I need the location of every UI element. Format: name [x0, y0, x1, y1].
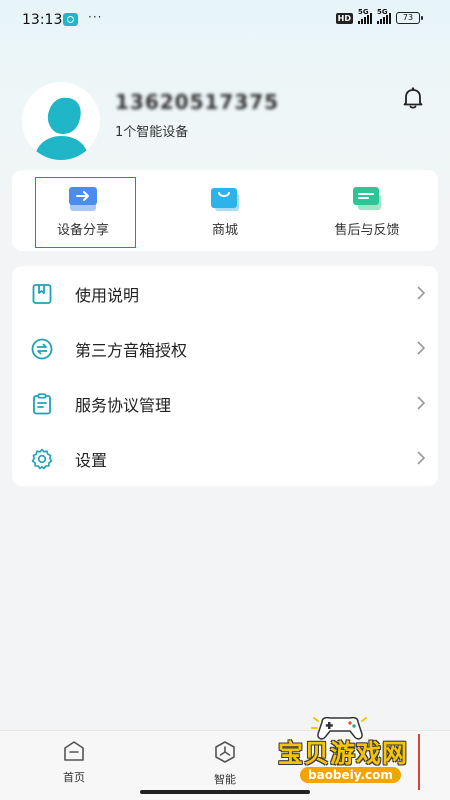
gear-icon — [31, 448, 53, 469]
mall-button[interactable]: 商城 — [154, 170, 296, 251]
user-avatar-icon — [34, 97, 89, 160]
notification-button[interactable] — [400, 85, 426, 111]
quick-label-feedback: 售后与反馈 — [334, 223, 400, 238]
after-sales-feedback-button[interactable]: 售后与反馈 — [296, 170, 438, 251]
chevron-right-icon — [417, 396, 426, 410]
device-share-icon — [69, 187, 97, 211]
watermark-logo: 宝贝游戏网 baobeiy.com — [270, 712, 420, 792]
highlight-line — [418, 734, 420, 790]
menu-label: 设置 — [75, 450, 108, 470]
watermark-url: baobeiy.com — [300, 767, 401, 783]
chevron-right-icon — [417, 341, 426, 355]
menu-label: 服务协议管理 — [75, 395, 172, 415]
avatar[interactable] — [22, 82, 100, 160]
nav-home[interactable]: 首页 — [44, 739, 104, 785]
transfer-icon — [31, 338, 53, 359]
quick-label-share: 设备分享 — [56, 223, 109, 238]
menu-item-user-guide[interactable]: 使用说明 — [12, 266, 438, 321]
signal-icon: 5G — [358, 8, 372, 24]
battery-icon: 73 — [396, 12, 423, 24]
menu-label: 使用说明 — [75, 285, 140, 305]
bell-icon — [403, 87, 423, 109]
chevron-right-icon — [417, 451, 426, 465]
hd-badge: HD — [335, 12, 353, 24]
home-icon — [64, 741, 84, 761]
watermark-title: 宝贝游戏网 — [278, 739, 409, 768]
feedback-chat-icon — [353, 187, 381, 210]
menu-item-settings[interactable]: 设置 — [12, 431, 438, 486]
shopping-bag-icon — [211, 188, 239, 211]
home-indicator[interactable] — [140, 790, 310, 794]
chevron-right-icon — [417, 286, 426, 300]
menu-item-third-party-speaker[interactable]: 第三方音箱授权 — [12, 321, 438, 376]
menu-item-service-agreement[interactable]: 服务协议管理 — [12, 376, 438, 431]
status-time: 13:13 — [22, 12, 63, 28]
device-share-button[interactable]: 设备分享 — [12, 170, 154, 251]
device-count[interactable]: 1个智能设备 — [115, 121, 188, 140]
status-bar: 13:13 ··· HD 5G 5G 73 — [0, 0, 450, 40]
quick-actions-card: 设备分享 商城 售后与反馈 — [12, 170, 438, 251]
book-icon — [32, 283, 52, 304]
clipboard-icon — [33, 392, 51, 414]
notification-app-icon — [63, 13, 78, 26]
nav-smart-label: 智能 — [214, 773, 236, 786]
nav-smart[interactable]: 智能 — [195, 739, 255, 787]
user-phone[interactable]: 13620517375 — [115, 90, 279, 114]
quick-label-mall: 商城 — [211, 223, 238, 238]
menu-label: 第三方音箱授权 — [75, 340, 188, 360]
nav-home-label: 首页 — [63, 771, 85, 784]
smart-icon — [215, 741, 235, 763]
menu-card: 使用说明 第三方音箱授权 服务协议管理 设置 — [12, 266, 438, 486]
status-dots: ··· — [88, 10, 103, 24]
signal-icon-2: 5G — [377, 8, 391, 24]
status-indicators: HD 5G 5G 73 — [335, 8, 423, 24]
